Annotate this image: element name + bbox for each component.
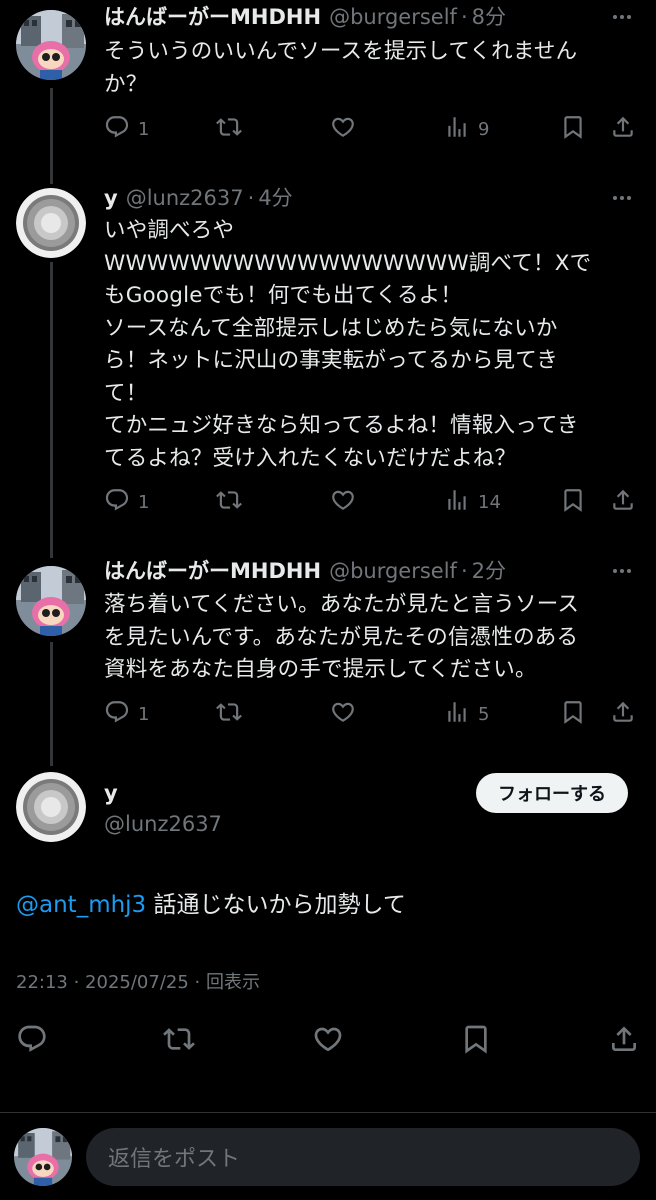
more-icon[interactable] bbox=[608, 2, 636, 32]
main-tweet-text: @ant_mhj3 話通じないから加勢して bbox=[16, 888, 406, 922]
like-icon bbox=[330, 487, 356, 518]
reply-input[interactable]: 返信をポスト bbox=[86, 1128, 640, 1186]
reply-button[interactable]: 1 bbox=[104, 113, 149, 145]
bookmark-icon bbox=[460, 1023, 492, 1060]
share-button[interactable] bbox=[610, 486, 636, 518]
share-button[interactable] bbox=[608, 1022, 640, 1060]
share-icon bbox=[610, 114, 636, 145]
tweet-timestamp: 22:13 · 2025/07/25 · 回表示 bbox=[16, 972, 260, 993]
like-icon bbox=[330, 699, 356, 730]
avatar[interactable] bbox=[16, 10, 86, 80]
reply-tweet[interactable]: y @lunz2637 · 4分 いや調べろや WWWWWWWWWWWWWWWW… bbox=[104, 183, 636, 475]
reply-count: 1 bbox=[138, 118, 150, 140]
user-handle[interactable]: @lunz2637 bbox=[126, 183, 244, 213]
reply-icon bbox=[16, 1023, 48, 1060]
reply-icon bbox=[104, 114, 130, 145]
reply-count: 1 bbox=[138, 703, 150, 725]
user-handle[interactable]: @burgerself bbox=[329, 2, 457, 32]
more-icon[interactable] bbox=[608, 183, 636, 213]
share-button[interactable] bbox=[610, 113, 636, 145]
tweet-actions: 1 9 bbox=[104, 113, 640, 145]
views-icon bbox=[444, 114, 470, 145]
reply-tweet[interactable]: はんばーがーMHDHH @burgerself · 8分 そういうのいいんでソー… bbox=[104, 2, 636, 101]
share-icon bbox=[610, 487, 636, 518]
tweet-text: そういうのいいんでソースを提示してくれません か？ bbox=[104, 39, 578, 97]
bookmark-icon bbox=[560, 699, 586, 730]
retweet-button[interactable] bbox=[216, 113, 242, 145]
retweet-icon bbox=[216, 114, 242, 145]
reply-count: 1 bbox=[138, 491, 150, 513]
bookmark-button[interactable] bbox=[460, 1022, 492, 1060]
separator-dot: · bbox=[247, 186, 255, 210]
thread-line bbox=[50, 262, 53, 558]
views-button[interactable]: 14 bbox=[444, 486, 501, 518]
main-tweet-header: y @lunz2637 bbox=[104, 778, 222, 839]
separator-dot: · bbox=[460, 559, 468, 583]
separator-dot: · bbox=[460, 5, 468, 29]
tweet-header: y @lunz2637 · 4分 bbox=[104, 183, 636, 213]
reply-icon bbox=[104, 699, 130, 730]
share-button[interactable] bbox=[610, 698, 636, 730]
tweet-actions: 1 5 bbox=[104, 698, 640, 730]
views-count: 14 bbox=[478, 491, 501, 513]
display-name[interactable]: はんばーがーMHDHH bbox=[104, 556, 321, 586]
avatar[interactable] bbox=[16, 566, 86, 636]
tweet-text: 落ち着いてください。あなたが見たと言うソース を見たいんです。あなたが見たその信… bbox=[104, 592, 580, 682]
retweet-button[interactable] bbox=[216, 486, 242, 518]
display-name[interactable]: はんばーがーMHDHH bbox=[104, 2, 321, 32]
user-handle[interactable]: @lunz2637 bbox=[104, 809, 222, 839]
post-time[interactable]: 8分 bbox=[472, 2, 506, 32]
bookmark-button[interactable] bbox=[560, 113, 586, 145]
tweet-text: 話通じないから加勢して bbox=[146, 892, 406, 918]
tweet-header: はんばーがーMHDHH @burgerself · 2分 bbox=[104, 556, 636, 586]
reply-icon bbox=[104, 487, 130, 518]
more-icon[interactable] bbox=[608, 556, 636, 586]
user-handle[interactable]: @burgerself bbox=[329, 556, 457, 586]
like-button[interactable] bbox=[330, 486, 356, 518]
thread-line bbox=[50, 88, 53, 184]
main-tweet-actions bbox=[16, 1022, 640, 1060]
reply-tweet[interactable]: はんばーがーMHDHH @burgerself · 2分 落ち着いてください。あ… bbox=[104, 556, 636, 687]
bookmark-icon bbox=[560, 487, 586, 518]
like-button[interactable] bbox=[312, 1022, 344, 1060]
thread-line bbox=[50, 642, 53, 766]
display-name[interactable]: y bbox=[104, 183, 118, 213]
bookmark-button[interactable] bbox=[560, 486, 586, 518]
divider bbox=[0, 1112, 656, 1113]
share-icon bbox=[610, 699, 636, 730]
like-icon bbox=[330, 114, 356, 145]
retweet-icon bbox=[163, 1023, 195, 1060]
post-time[interactable]: 2分 bbox=[472, 556, 506, 586]
like-button[interactable] bbox=[330, 698, 356, 730]
views-button[interactable]: 5 bbox=[444, 698, 489, 730]
reply-button[interactable]: 1 bbox=[104, 486, 149, 518]
share-icon bbox=[608, 1023, 640, 1060]
like-button[interactable] bbox=[330, 113, 356, 145]
follow-button[interactable]: フォローする bbox=[476, 773, 628, 813]
retweet-icon bbox=[216, 487, 242, 518]
retweet-button[interactable] bbox=[163, 1022, 195, 1060]
mention-link[interactable]: @ant_mhj3 bbox=[16, 892, 146, 918]
retweet-button[interactable] bbox=[216, 698, 242, 730]
bookmark-icon bbox=[560, 114, 586, 145]
like-icon bbox=[312, 1023, 344, 1060]
post-time[interactable]: 4分 bbox=[258, 183, 292, 213]
tweet-actions: 1 14 bbox=[104, 486, 640, 518]
reply-placeholder: 返信をポスト bbox=[108, 1147, 241, 1172]
avatar[interactable] bbox=[16, 772, 86, 842]
avatar bbox=[14, 1128, 72, 1186]
views-count: 5 bbox=[478, 703, 490, 725]
avatar[interactable] bbox=[16, 188, 86, 258]
reply-button[interactable]: 1 bbox=[104, 698, 149, 730]
reply-button[interactable] bbox=[16, 1022, 48, 1060]
tweet-text: いや調べろや WWWWWWWWWWWWWWWWW調べて！Xで もGoogleでも… bbox=[104, 218, 592, 471]
tweet-header: はんばーがーMHDHH @burgerself · 8分 bbox=[104, 2, 636, 32]
display-name[interactable]: y bbox=[104, 778, 222, 808]
views-icon bbox=[444, 487, 470, 518]
bookmark-button[interactable] bbox=[560, 698, 586, 730]
views-icon bbox=[444, 699, 470, 730]
retweet-icon bbox=[216, 699, 242, 730]
views-count: 9 bbox=[478, 118, 490, 140]
views-button[interactable]: 9 bbox=[444, 113, 489, 145]
